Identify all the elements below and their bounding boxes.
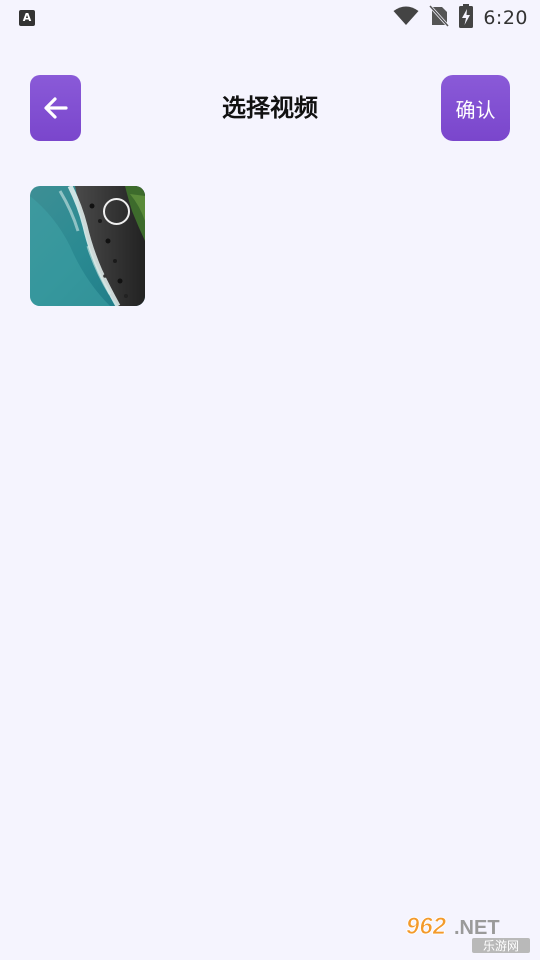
wifi-icon — [393, 6, 419, 30]
screen: A 6:20 选择视频 确认 962 .NET 乐游网 — [0, 0, 540, 960]
select-circle[interactable] — [103, 198, 130, 225]
video-thumbnail[interactable] — [30, 186, 145, 306]
status-time: 6:20 — [483, 7, 528, 29]
status-icons: 6:20 — [393, 4, 528, 32]
video-grid — [30, 186, 145, 306]
battery-charging-icon — [459, 4, 474, 32]
no-sim-icon — [429, 4, 450, 31]
svg-text:.NET: .NET — [454, 917, 500, 939]
watermark-logo: 962 .NET 乐游网 — [402, 910, 534, 954]
status-bar: A 6:20 — [0, 0, 540, 36]
svg-text:962: 962 — [406, 913, 447, 940]
confirm-button[interactable]: 确认 — [441, 75, 510, 141]
svg-text:乐游网: 乐游网 — [483, 939, 519, 953]
text-a-icon: A — [19, 10, 35, 26]
